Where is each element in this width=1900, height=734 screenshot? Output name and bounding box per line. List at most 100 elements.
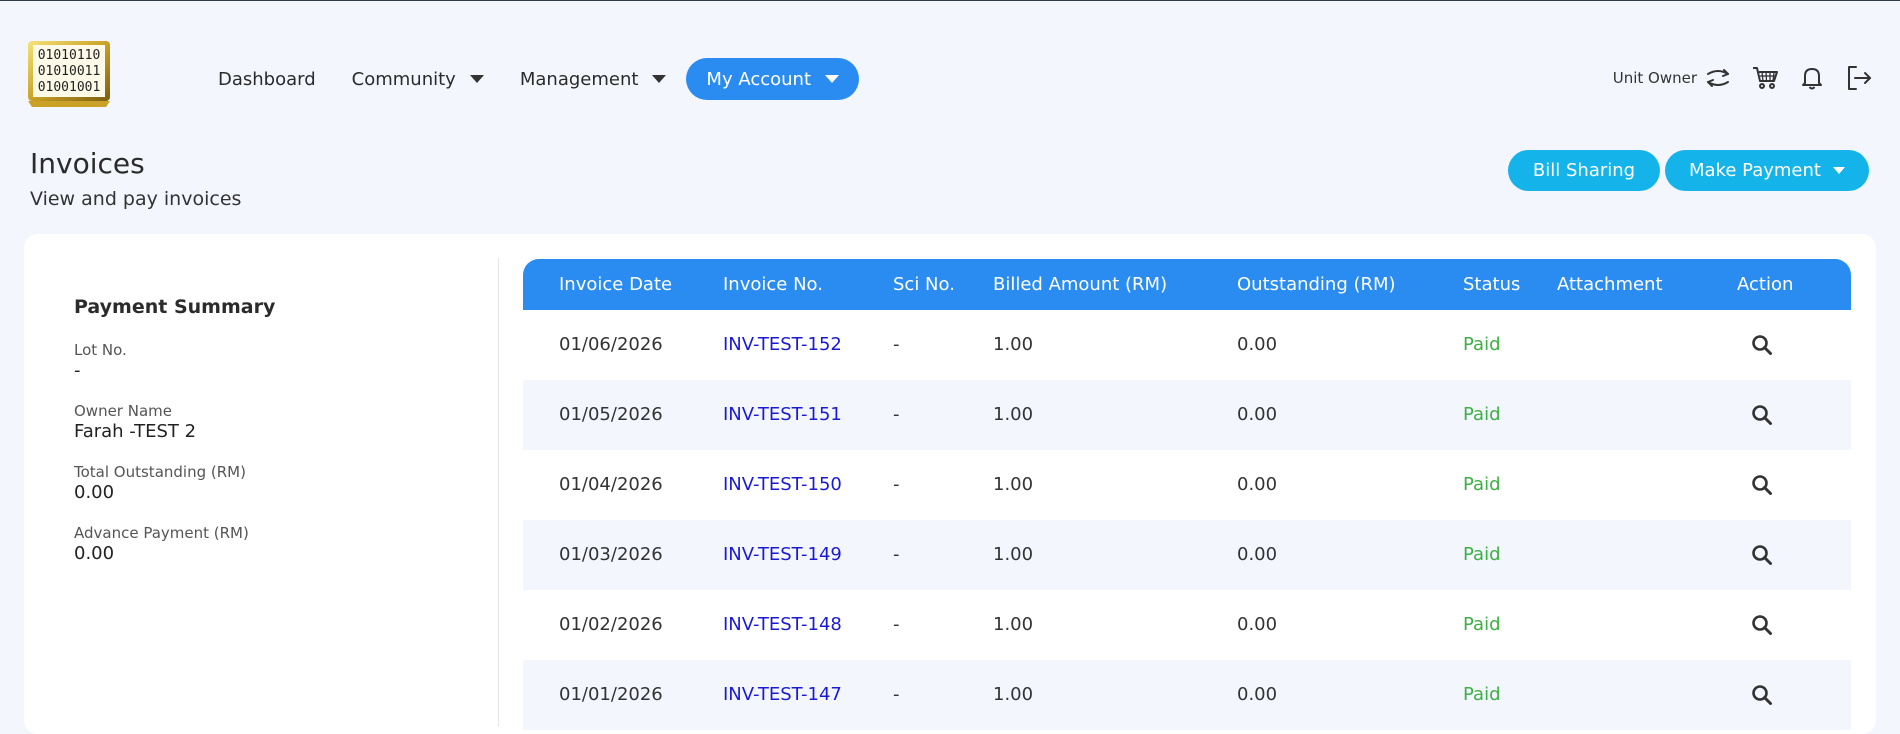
logo-line-2: 01010011 xyxy=(38,64,101,79)
sci-number: - xyxy=(893,684,900,705)
col-invoice-no[interactable]: Invoice No. xyxy=(723,259,823,310)
nav-management-label: Management xyxy=(519,68,639,90)
search-icon xyxy=(1752,545,1772,565)
cart-icon[interactable] xyxy=(1750,63,1780,93)
page-title: Invoices xyxy=(30,147,145,180)
invoice-number-link[interactable]: INV-TEST-148 xyxy=(723,590,842,660)
payment-summary-title: Payment Summary xyxy=(74,296,276,318)
logout-icon[interactable] xyxy=(1844,63,1874,93)
nav-dashboard[interactable]: Dashboard xyxy=(218,69,316,90)
invoice-date: 01/04/2026 xyxy=(559,474,663,495)
billed-amount: 1.00 xyxy=(993,404,1034,425)
make-payment-label: Make Payment xyxy=(1689,160,1821,181)
col-action: Action xyxy=(1737,274,1794,295)
caret-down-icon xyxy=(652,75,667,83)
outstanding-amount: 0.00 xyxy=(1237,544,1278,565)
sci-number: - xyxy=(893,474,900,495)
outstanding-amount: 0.00 xyxy=(1237,614,1278,635)
col-attachment: Attachment xyxy=(1557,274,1663,295)
table-row: 01/01/2026 INV-TEST-147 - 1.00 0.00 Paid xyxy=(523,660,1851,730)
advance-payment-label: Advance Payment (RM) xyxy=(74,524,249,542)
invoice-number-link[interactable]: INV-TEST-151 xyxy=(723,380,842,450)
invoice-number-link[interactable]: INV-TEST-150 xyxy=(723,450,842,520)
search-icon xyxy=(1752,475,1772,495)
total-outstanding-label: Total Outstanding (RM) xyxy=(74,463,246,481)
nav-my-account-label: My Account xyxy=(706,68,812,90)
view-invoice-button[interactable] xyxy=(1751,450,1773,520)
invoice-date: 01/06/2026 xyxy=(559,334,663,355)
col-sci-no[interactable]: Sci No. xyxy=(893,259,955,310)
col-invoice-date[interactable]: Invoice Date xyxy=(559,259,672,310)
status-paid: Paid xyxy=(1463,544,1501,565)
outstanding-amount: 0.00 xyxy=(1237,684,1278,705)
invoice-number-link[interactable]: INV-TEST-149 xyxy=(723,520,842,590)
search-icon xyxy=(1752,615,1772,635)
lot-no-value: - xyxy=(74,360,81,381)
outstanding-amount: 0.00 xyxy=(1237,334,1278,355)
billed-amount: 1.00 xyxy=(993,474,1034,495)
invoice-number-link[interactable]: INV-TEST-147 xyxy=(723,660,842,730)
billed-amount: 1.00 xyxy=(993,544,1034,565)
nav-community-label: Community xyxy=(351,68,456,90)
view-invoice-button[interactable] xyxy=(1751,520,1773,590)
view-invoice-button[interactable] xyxy=(1751,380,1773,450)
total-outstanding-value: 0.00 xyxy=(74,482,115,503)
owner-name-label: Owner Name xyxy=(74,402,172,420)
billed-amount: 1.00 xyxy=(993,684,1034,705)
caret-down-icon xyxy=(1832,167,1845,174)
header-actions: Unit Owner xyxy=(1613,60,1900,96)
sci-number: - xyxy=(893,404,900,425)
switch-role-icon[interactable] xyxy=(1703,63,1733,93)
nav-management[interactable]: Management xyxy=(520,69,667,90)
nav-dashboard-label: Dashboard xyxy=(218,68,316,90)
status-paid: Paid xyxy=(1463,404,1501,425)
nav-my-account[interactable]: My Account xyxy=(686,58,860,100)
view-invoice-button[interactable] xyxy=(1751,660,1773,730)
bill-sharing-label: Bill Sharing xyxy=(1532,160,1636,181)
advance-payment-block: Advance Payment (RM) 0.00 xyxy=(74,523,275,565)
lot-no-label: Lot No. xyxy=(74,341,127,359)
col-outstanding[interactable]: Outstanding (RM) xyxy=(1237,259,1396,310)
caret-down-icon xyxy=(825,75,840,83)
search-icon xyxy=(1752,685,1772,705)
owner-name-block: Owner Name Farah -TEST 2 xyxy=(74,401,275,443)
table-row: 01/06/2026 INV-TEST-152 - 1.00 0.00 Paid xyxy=(523,310,1851,380)
make-payment-button[interactable]: Make Payment xyxy=(1665,150,1869,191)
bill-sharing-button[interactable]: Bill Sharing xyxy=(1508,150,1660,191)
card-divider xyxy=(498,258,499,727)
invoice-table: Invoice Date Invoice No. Sci No. Billed … xyxy=(523,259,1851,730)
invoice-date: 01/05/2026 xyxy=(559,404,663,425)
table-header: Invoice Date Invoice No. Sci No. Billed … xyxy=(523,259,1851,310)
billed-amount: 1.00 xyxy=(993,334,1034,355)
top-border xyxy=(0,0,1900,1)
table-row: 01/02/2026 INV-TEST-148 - 1.00 0.00 Paid xyxy=(523,590,1851,660)
invoice-date: 01/03/2026 xyxy=(559,544,663,565)
invoice-date: 01/02/2026 xyxy=(559,614,663,635)
owner-name-value: Farah -TEST 2 xyxy=(74,421,197,442)
col-billed-amount[interactable]: Billed Amount (RM) xyxy=(993,259,1167,310)
app-logo[interactable]: 01010110 01010011 01001001 xyxy=(26,39,112,107)
col-status[interactable]: Status xyxy=(1463,259,1520,310)
status-paid: Paid xyxy=(1463,334,1501,355)
search-icon xyxy=(1752,335,1772,355)
logo-line-3: 01001001 xyxy=(38,80,101,95)
invoice-number-link[interactable]: INV-TEST-152 xyxy=(723,310,842,380)
view-invoice-button[interactable] xyxy=(1751,590,1773,660)
advance-payment-value: 0.00 xyxy=(74,543,115,564)
nav-community[interactable]: Community xyxy=(352,69,484,90)
logo-line-1: 01010110 xyxy=(38,48,101,63)
table-row: 01/05/2026 INV-TEST-151 - 1.00 0.00 Paid xyxy=(523,380,1851,450)
outstanding-amount: 0.00 xyxy=(1237,474,1278,495)
main-nav: Dashboard Community Management My Accoun… xyxy=(218,58,895,100)
table-row: 01/03/2026 INV-TEST-149 - 1.00 0.00 Paid xyxy=(523,520,1851,590)
status-paid: Paid xyxy=(1463,474,1501,495)
table-row: 01/04/2026 INV-TEST-150 - 1.00 0.00 Paid xyxy=(523,450,1851,520)
status-paid: Paid xyxy=(1463,684,1501,705)
sci-number: - xyxy=(893,334,900,355)
page-subtitle: View and pay invoices xyxy=(30,188,242,210)
status-paid: Paid xyxy=(1463,614,1501,635)
bell-icon[interactable] xyxy=(1797,63,1827,93)
view-invoice-button[interactable] xyxy=(1751,310,1773,380)
search-icon xyxy=(1752,405,1772,425)
role-label: Unit Owner xyxy=(1612,69,1697,87)
